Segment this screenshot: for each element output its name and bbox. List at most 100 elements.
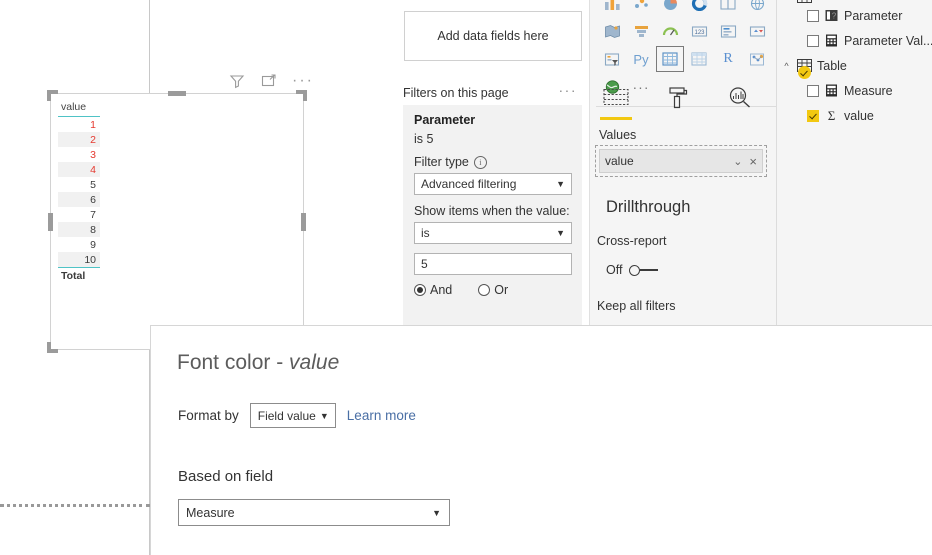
table-row[interactable]: 5 [58, 177, 100, 192]
format-tab-underline [662, 119, 694, 120]
filter-type-select[interactable]: Advanced filtering ▼ [414, 173, 572, 195]
filters-on-this-page-title: Filters on this page [403, 86, 509, 100]
canvas-alignment-guide [0, 504, 150, 507]
field-checkbox[interactable] [807, 34, 819, 47]
field-checkbox[interactable] [807, 109, 819, 122]
fields-field-parameter[interactable]: ? Parameter [777, 3, 932, 28]
table-icon[interactable] [656, 46, 684, 72]
fields-table-label: Parameter [817, 0, 875, 3]
learn-more-link[interactable]: Learn more [347, 408, 416, 423]
dialog-title-field: value [289, 351, 340, 374]
more-options-icon[interactable]: ··· [292, 73, 314, 89]
table-row[interactable]: 4 [58, 162, 100, 177]
paint-roller-icon [667, 86, 689, 115]
chevron-up-icon[interactable]: ^ [781, 61, 792, 71]
table-column-header[interactable]: value [58, 100, 100, 117]
python-visual-icon[interactable]: Py [627, 46, 655, 72]
field-checkbox[interactable] [807, 84, 819, 97]
gauge-icon[interactable] [656, 18, 684, 44]
matrix-icon[interactable] [685, 46, 713, 72]
table-row[interactable]: 2 [58, 132, 100, 147]
fields-field-parameter-value[interactable]: Parameter Val... [777, 28, 932, 53]
table-row[interactable]: 9 [58, 237, 100, 252]
analytics-tab[interactable] [722, 86, 758, 120]
resize-handle-top-right-2[interactable] [303, 90, 307, 101]
fields-table-node-table[interactable]: ^ Table [777, 53, 932, 79]
format-by-value: Field value [257, 408, 316, 423]
filter-logic-radio-group[interactable]: And Or [414, 283, 571, 297]
format-tab[interactable] [660, 86, 696, 120]
field-label: Measure [844, 83, 893, 98]
dialog-title: Font color - value [177, 351, 339, 375]
table-total-row: Total [58, 267, 100, 283]
values-field-chip[interactable]: value ⌄ × [599, 149, 763, 173]
fields-pane: ^ Parameter ? Parameter Parameter Val...… [777, 0, 932, 325]
add-data-fields-dropwell[interactable]: Add data fields here [404, 11, 582, 61]
resize-handle-top-left-2[interactable] [47, 90, 51, 101]
resize-handle-bottom-left-2[interactable] [47, 342, 51, 353]
filled-map-icon[interactable] [598, 18, 626, 44]
resize-handle-top-center[interactable] [168, 91, 186, 96]
radio-or-label: Or [494, 283, 509, 297]
table-visual[interactable]: value 1 2 3 4 5 6 7 8 9 10 Total [58, 100, 100, 283]
chevron-down-icon: ▼ [432, 507, 441, 518]
table-row[interactable]: 7 [58, 207, 100, 222]
map-icon[interactable] [743, 0, 771, 16]
cross-report-label: Cross-report [597, 234, 667, 248]
table-row[interactable]: 6 [58, 192, 100, 207]
based-on-field-label: Based on field [178, 468, 274, 485]
table-row[interactable]: 8 [58, 222, 100, 237]
format-by-row: Format by Field value ▼ Learn more [178, 403, 416, 428]
fields-measure-value[interactable]: Σ value [777, 103, 932, 128]
resize-handle-right-center[interactable] [301, 212, 306, 231]
filter-type-label: Filter type i [414, 155, 571, 169]
cross-report-toggle[interactable] [629, 264, 659, 276]
slicer-icon[interactable] [598, 46, 626, 72]
decomposition-tree-icon[interactable] [743, 46, 771, 72]
visual-header-toolbar[interactable]: ··· [228, 72, 314, 90]
analytics-tab-underline [724, 117, 756, 120]
cross-report-toggle-row[interactable]: Off [606, 263, 659, 277]
visualization-pane-tabs[interactable] [598, 86, 758, 120]
radio-and-mark[interactable] [414, 284, 426, 296]
treemap-icon[interactable] [714, 0, 742, 16]
chevron-down-icon: ▼ [556, 179, 565, 189]
stacked-column-chart-icon[interactable] [598, 0, 626, 16]
condition-operator-select[interactable]: is ▼ [414, 222, 572, 244]
radio-and[interactable]: And [414, 283, 452, 297]
focus-mode-icon[interactable] [260, 72, 278, 90]
format-by-label: Format by [178, 408, 239, 423]
values-well[interactable]: value ⌄ × [595, 145, 767, 177]
fields-tab[interactable] [598, 86, 634, 120]
funnel-chart-icon[interactable] [627, 18, 655, 44]
remove-field-icon[interactable]: × [749, 154, 757, 169]
table-row[interactable]: 10 [58, 252, 100, 267]
field-checkbox[interactable] [807, 9, 819, 22]
table-visual-container[interactable]: value 1 2 3 4 5 6 7 8 9 10 Total [47, 90, 307, 353]
radio-or-mark[interactable] [478, 284, 491, 296]
filter-card-parameter[interactable]: Parameter is 5 Filter type i Advanced fi… [403, 105, 582, 325]
pie-chart-icon[interactable] [656, 0, 684, 16]
kpi-icon[interactable] [743, 18, 771, 44]
fields-field-measure[interactable]: Measure [777, 78, 932, 103]
format-by-select[interactable]: Field value ▼ [249, 403, 336, 428]
info-icon[interactable]: i [473, 155, 487, 169]
multi-row-card-icon[interactable] [714, 18, 742, 44]
card-icon[interactable]: 123 [685, 18, 713, 44]
table-node-icon [797, 0, 812, 4]
radio-or[interactable]: Or [478, 283, 508, 297]
resize-handle-left-center[interactable] [48, 212, 53, 231]
fields-table-node-parameter[interactable]: ^ Parameter [777, 0, 932, 3]
donut-chart-icon[interactable] [685, 0, 713, 16]
chevron-up-icon[interactable]: ^ [781, 0, 792, 1]
table-row[interactable]: 3 [58, 147, 100, 162]
based-on-field-select[interactable]: Measure ▼ [178, 499, 450, 526]
r-visual-icon[interactable]: R [714, 46, 742, 72]
scatter-chart-icon[interactable] [627, 0, 655, 16]
field-label: value [844, 108, 874, 123]
condition-value-input[interactable]: 5 [414, 253, 572, 275]
filter-icon[interactable] [228, 72, 246, 90]
filters-section-more-icon[interactable]: ··· [559, 83, 578, 97]
chevron-down-icon[interactable]: ⌄ [733, 155, 742, 168]
table-row[interactable]: 1 [58, 117, 100, 132]
